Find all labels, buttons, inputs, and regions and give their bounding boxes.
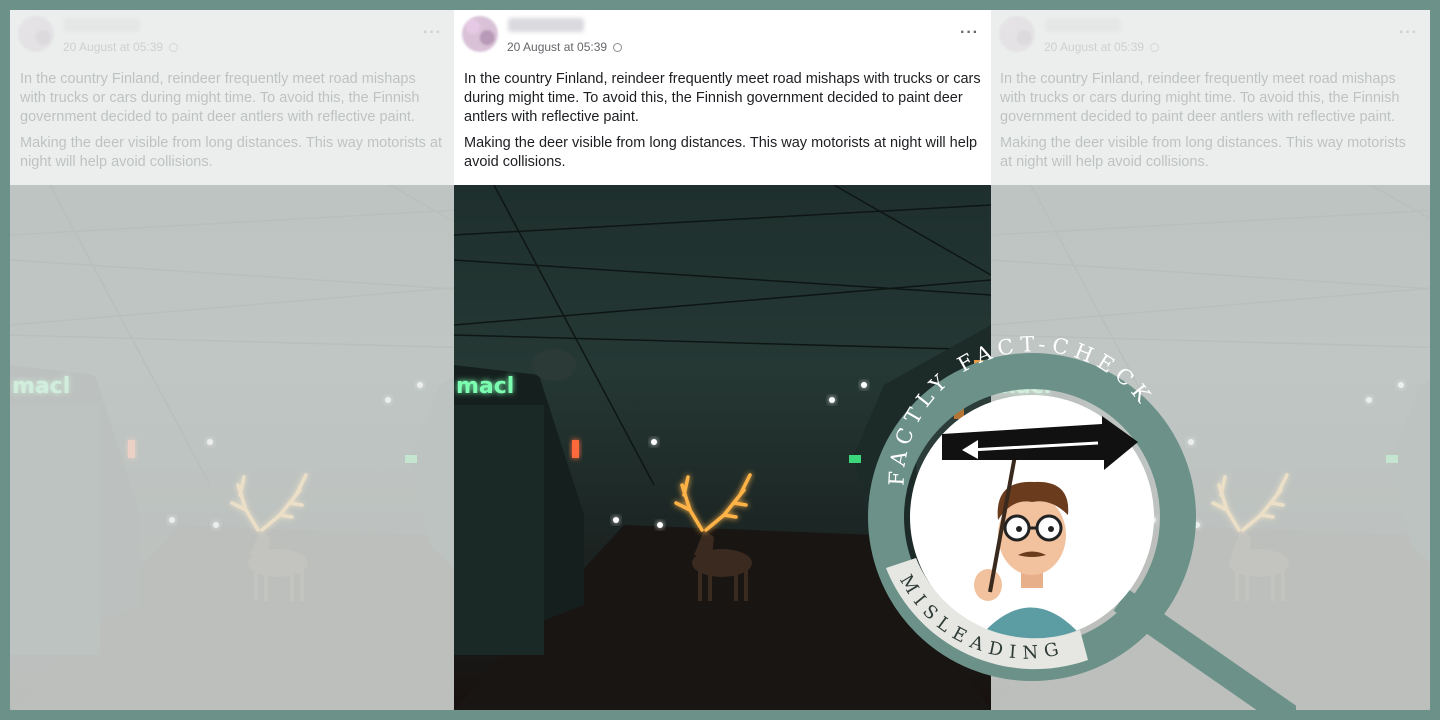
author-name-blurred[interactable] [64,18,140,32]
post-paragraph: In the country Finland, reindeer frequen… [1000,71,1400,125]
street-light [417,382,423,388]
red-lamp [572,440,579,458]
post-header: 20 August at 05:39 ··· [454,10,991,68]
avatar[interactable] [18,16,54,52]
neon-sign: macl [12,374,70,399]
green-exit-sign [1386,455,1398,463]
power-line [10,287,454,326]
neon-sign: macl [456,374,514,399]
deer-leg [734,565,738,601]
post-meta: 20 August at 05:39 [63,40,179,54]
globe-icon [169,43,179,52]
avatar[interactable] [462,16,498,52]
power-line [1370,185,1430,220]
post-date[interactable]: 20 August at 05:39 [63,40,163,54]
author-name-blurred[interactable] [1045,18,1121,32]
deer-leg [254,563,258,601]
street-light [1398,382,1404,388]
deer-leg [300,563,304,601]
street-light [169,517,175,523]
author-name-blurred[interactable] [508,18,584,32]
street-light [213,522,219,528]
power-line [10,334,454,349]
post-text: In the country Finland, reindeer frequen… [20,70,444,179]
glowing-antlers [674,473,752,532]
deer-leg [708,565,712,601]
post-card-left: 20 August at 05:39 ··· In the country Fi… [10,10,454,710]
street-light [1366,397,1372,403]
building-left-front [10,405,100,655]
power-line [10,259,454,290]
post-paragraph: Making the deer visible from long distan… [20,135,443,170]
power-line [454,204,991,236]
deer-leg [744,563,748,601]
green-exit-sign [405,455,417,463]
fact-check-badge: FACTLY FACT-CHECK MISLEADING [868,332,1296,720]
post-paragraph: Making the deer visible from long distan… [464,135,978,170]
post-photo[interactable]: macl [10,185,454,710]
street-light [657,522,663,528]
building-left-front [454,405,544,655]
more-options-icon[interactable]: ··· [960,25,979,41]
deer-leg [290,565,294,601]
post-paragraph: In the country Finland, reindeer frequen… [464,71,981,125]
deer-leg [698,563,702,601]
street-light [207,439,213,445]
satellite-dish [532,349,576,381]
power-line [991,259,1430,290]
power-line [389,185,454,223]
post-header: 20 August at 05:39 ··· [991,10,1430,68]
post-date[interactable]: 20 August at 05:39 [1044,40,1144,54]
post-paragraph: Making the deer visible from long distan… [1000,135,1406,170]
street-light [829,397,835,403]
power-line [10,209,454,236]
post-meta: 20 August at 05:39 [1044,40,1160,54]
post-date[interactable]: 20 August at 05:39 [507,40,607,54]
street-light [651,439,657,445]
glowing-antlers [230,473,308,532]
satellite-dish [88,349,132,381]
globe-icon [1150,43,1160,52]
avatar[interactable] [999,16,1035,52]
power-line [833,185,991,276]
street-light [613,517,619,523]
post-text: In the country Finland, reindeer frequen… [464,70,981,179]
red-lamp [128,440,135,458]
globe-icon [613,43,623,52]
post-text: In the country Finland, reindeer frequen… [1000,70,1420,179]
power-line [454,279,991,326]
green-exit-sign [849,455,861,463]
post-paragraph: In the country Finland, reindeer frequen… [20,71,420,125]
more-options-icon[interactable]: ··· [423,25,442,41]
street-light [385,397,391,403]
power-line [454,259,991,296]
deer-leg [264,565,268,601]
street-scene: macl [10,185,454,710]
post-meta: 20 August at 05:39 [507,40,623,54]
power-line [991,209,1430,236]
more-options-icon[interactable]: ··· [1399,25,1418,41]
power-line [991,287,1430,326]
post-header: 20 August at 05:39 ··· [10,10,454,68]
